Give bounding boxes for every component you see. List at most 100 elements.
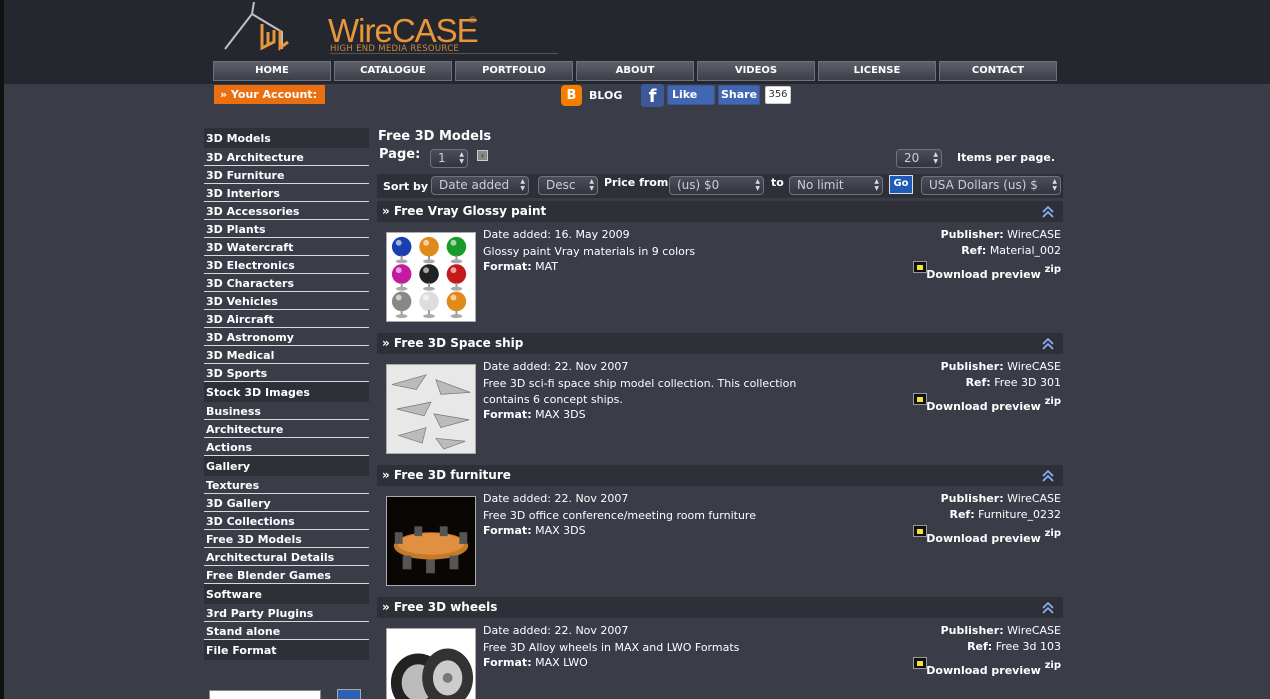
download-icon[interactable] (913, 657, 927, 669)
product-thumbnail[interactable] (386, 232, 476, 322)
download-icon[interactable] (913, 393, 927, 405)
sidebar-item[interactable]: 3D Accessories (204, 202, 369, 220)
nav-contact[interactable]: CONTACT (939, 61, 1057, 81)
sidebar-item[interactable]: Textures (204, 476, 369, 494)
sort-by-select[interactable]: Date added ▲ ▼ (431, 176, 529, 195)
sidebar-heading[interactable]: Gallery (204, 456, 369, 476)
sort-by-value: Date added (439, 178, 510, 192)
items-per-page-select[interactable]: 20 ▲ ▼ (896, 149, 942, 168)
download-preview-link[interactable]: Download preview zip (926, 528, 1061, 545)
sidebar-item[interactable]: Business (204, 402, 369, 420)
format-label: Format: (483, 656, 532, 669)
sidebar-item[interactable]: 3D Plants (204, 220, 369, 238)
download-preview-link[interactable]: Download preview zip (926, 264, 1061, 281)
blog-link[interactable]: BLOG (589, 89, 622, 102)
product-date: Date added: 16. May 2009 (483, 228, 630, 241)
ref-label: Ref: (961, 244, 987, 257)
window-edge (0, 0, 4, 699)
nav-home[interactable]: HOME (213, 61, 331, 81)
facebook-share-button[interactable]: Share (718, 85, 760, 105)
sidebar-search-input[interactable] (209, 690, 321, 699)
sidebar-item[interactable]: 3D Interiors (204, 184, 369, 202)
product-description: Glossy paint Vray materials in 9 colors (483, 245, 696, 258)
sidebar-item[interactable]: 3D Architecture (204, 148, 369, 166)
your-account-button[interactable]: » Your Account: (214, 85, 325, 104)
sidebar-item[interactable]: 3D Watercraft (204, 238, 369, 256)
main-nav: HOME CATALOGUE PORTFOLIO ABOUT VIDEOS LI… (213, 61, 1060, 81)
product-description: Free 3D Alloy wheels in MAX and LWO Form… (483, 641, 740, 654)
download-icon[interactable] (913, 261, 927, 273)
product-item: » Free 3D Space ship Date added: 22. Nov… (377, 333, 1063, 463)
product-thumbnail[interactable] (386, 364, 476, 454)
sidebar-search-go-button[interactable] (337, 689, 361, 699)
sidebar-heading[interactable]: Software (204, 584, 369, 604)
sidebar-item[interactable]: 3D Gallery (204, 494, 369, 512)
sidebar-item[interactable]: 3D Vehicles (204, 292, 369, 310)
collapse-up-icon[interactable] (1041, 601, 1055, 615)
sidebar-item[interactable]: 3D Medical (204, 346, 369, 364)
sidebar-item[interactable]: Free Blender Games (204, 566, 369, 584)
product-thumbnail[interactable] (386, 628, 476, 699)
facebook-like-label: Like (672, 88, 698, 101)
sidebar-heading[interactable]: Stock 3D Images (204, 382, 369, 402)
download-preview-link[interactable]: Download preview zip (926, 396, 1061, 413)
product-title[interactable]: » Free 3D wheels (377, 597, 1063, 618)
sidebar-item[interactable]: 3rd Party Plugins (204, 604, 369, 622)
sort-order-select[interactable]: Desc ▲ ▼ (538, 176, 598, 195)
sidebar-item[interactable]: Architecture (204, 420, 369, 438)
product-format: Format: MAX LWO (483, 656, 588, 669)
publisher-value: WireCASE (1007, 228, 1061, 241)
date-added-value: 22. Nov 2007 (554, 360, 629, 373)
download-icon[interactable] (913, 525, 927, 537)
chevron-up-down-icon: ▲ ▼ (1052, 178, 1057, 192)
sidebar-item[interactable]: 3D Collections (204, 512, 369, 530)
product-title[interactable]: » Free Vray Glossy paint (377, 201, 1063, 222)
sidebar-item[interactable]: 3D Electronics (204, 256, 369, 274)
blogger-icon[interactable]: B (561, 85, 582, 106)
nav-about[interactable]: ABOUT (576, 61, 694, 81)
sidebar-item[interactable]: Architectural Details (204, 548, 369, 566)
sidebar-item[interactable]: 3D Aircraft (204, 310, 369, 328)
nav-portfolio[interactable]: PORTFOLIO (455, 61, 573, 81)
collapse-up-icon[interactable] (1041, 337, 1055, 351)
product-title[interactable]: » Free 3D furniture (377, 465, 1063, 486)
sidebar-heading[interactable]: File Format (204, 640, 369, 660)
sidebar-item[interactable]: Free 3D Models (204, 530, 369, 548)
sidebar-item[interactable]: Stand alone (204, 622, 369, 640)
collapse-up-icon[interactable] (1041, 469, 1055, 483)
currency-select[interactable]: USA Dollars (us) $ ▲ ▼ (921, 176, 1061, 195)
logo-wordmark[interactable]: WireCASE (328, 14, 479, 47)
page-select[interactable]: 1 ▲ ▼ (430, 149, 468, 168)
next-page-icon[interactable]: › (477, 150, 488, 161)
nav-license[interactable]: LICENSE (818, 61, 936, 81)
product-title[interactable]: » Free 3D Space ship (377, 333, 1063, 354)
sidebar-heading[interactable]: 3D Models (204, 128, 369, 148)
sidebar-item[interactable]: Actions (204, 438, 369, 456)
price-to-select[interactable]: No limit ▲ ▼ (789, 176, 883, 195)
publisher-label: Publisher: (940, 360, 1004, 373)
sidebar-item[interactable]: 3D Astronomy (204, 328, 369, 346)
filter-go-button[interactable]: Go (889, 175, 913, 194)
product-item: » Free 3D furniture Date added: 22. Nov … (377, 465, 1063, 595)
product-thumbnail[interactable] (386, 496, 476, 586)
publisher-label: Publisher: (940, 624, 1004, 637)
sidebar-item[interactable]: 3D Characters (204, 274, 369, 292)
download-label: Download preview (926, 532, 1041, 545)
ref-label: Ref: (949, 508, 975, 521)
facebook-icon[interactable]: f (641, 84, 664, 107)
nav-videos[interactable]: VIDEOS (697, 61, 815, 81)
nav-catalogue[interactable]: CATALOGUE (334, 61, 452, 81)
price-to-label: to (771, 176, 784, 189)
logo-icon[interactable] (222, 2, 297, 54)
facebook-like-button[interactable]: Like (667, 85, 715, 105)
sidebar-item[interactable]: 3D Furniture (204, 166, 369, 184)
sidebar-item[interactable]: 3D Sports (204, 364, 369, 382)
chevron-up-down-icon: ▲ ▼ (874, 178, 879, 192)
download-preview-link[interactable]: Download preview zip (926, 660, 1061, 677)
product-ref: Ref: Free 3d 103 (967, 640, 1061, 653)
publisher-value: WireCASE (1007, 624, 1061, 637)
price-from-select[interactable]: (us) $0 ▲ ▼ (669, 176, 764, 195)
collapse-up-icon[interactable] (1041, 205, 1055, 219)
product-format: Format: MAX 3DS (483, 524, 586, 537)
date-added-label: Date added: (483, 360, 551, 373)
